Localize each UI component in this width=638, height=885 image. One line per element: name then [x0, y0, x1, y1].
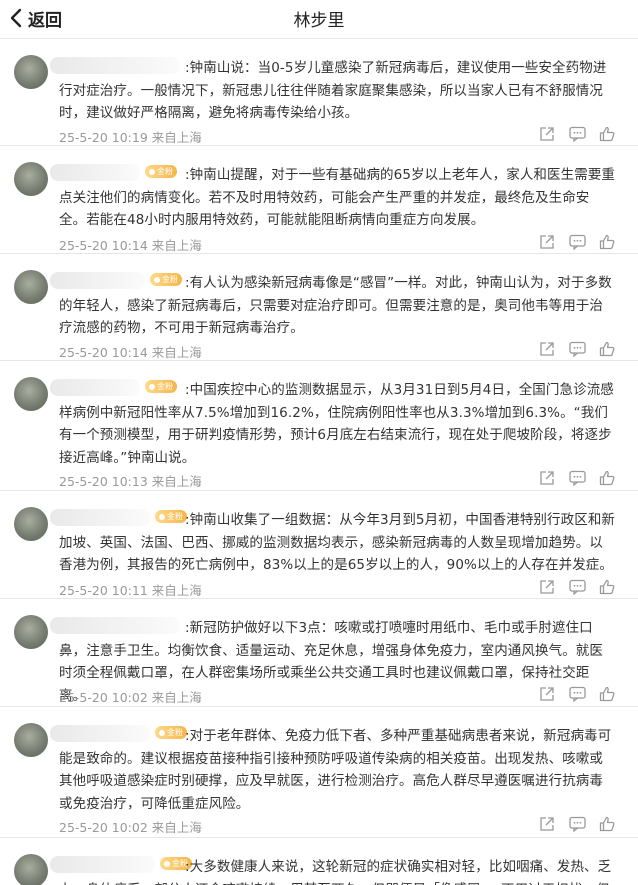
comment-item: :钟南山说：当0-5岁儿童感染了新冠病毒后，建议使用一些安全药物进行对症治疗。一… — [0, 38, 638, 146]
comment-time: 25-5-20 10:14 — [59, 345, 148, 360]
share-icon[interactable] — [538, 233, 556, 251]
share-icon[interactable] — [538, 685, 556, 703]
comment-icon[interactable] — [568, 340, 586, 358]
comment-actions — [538, 340, 616, 358]
comment-meta: 25-5-20 10:19 来自上海 — [59, 127, 202, 146]
comment-time: 25-5-20 10:02 — [59, 820, 148, 835]
back-label: 返回 — [28, 10, 62, 31]
comment-time: 25-5-20 10:14 — [59, 238, 148, 253]
comment-meta: 25-5-20 10:14 来自上海 — [59, 342, 202, 361]
comment-actions — [538, 578, 616, 596]
share-icon[interactable] — [538, 125, 556, 143]
comment-location: 来自上海 — [151, 474, 202, 489]
share-icon[interactable] — [538, 340, 556, 358]
comment-item: 金粉 :有人认为感染新冠病毒像是“感冒”一样。对此，钟南山认为，对于多数的年轻人… — [0, 253, 638, 361]
top-bar: 返回 林步里 — [0, 0, 638, 38]
share-icon[interactable] — [538, 469, 556, 487]
comment-meta: 25-5-20 10:13 来自上海 — [59, 471, 202, 490]
avatar[interactable] — [14, 723, 48, 757]
comment-location: 来自上海 — [151, 345, 202, 360]
avatar[interactable] — [14, 55, 48, 89]
avatar[interactable] — [14, 507, 48, 541]
share-icon[interactable] — [538, 815, 556, 833]
comment-text: :钟南山提醒，对于一些有基础病的65岁以上老年人，家人和医生需要重点关注他们的病… — [59, 167, 616, 228]
comment-location: 来自上海 — [151, 690, 202, 705]
comment-time: 25-5-20 10:19 — [59, 130, 148, 145]
comment-text: :有人认为感染新冠病毒像是“感冒”一样。对此，钟南山认为，对于多数的年轻人，感染… — [59, 275, 612, 336]
like-icon[interactable] — [598, 685, 616, 703]
comment-actions — [538, 815, 616, 833]
comment-item: 金粉 :钟南山收集了一组数据：从今年3月到5月初，中国香港特别行政区和新加坡、英… — [0, 490, 638, 598]
comment-time: 25-5-20 10:11 — [59, 583, 148, 598]
avatar[interactable] — [14, 162, 48, 196]
comment-icon[interactable] — [568, 469, 586, 487]
comment-item: 金粉 :中国疾控中心的监测数据显示，从3月31日到5月4日，全国门急诊流感样病例… — [0, 360, 638, 489]
like-icon[interactable] — [598, 469, 616, 487]
comment-text: :大多数健康人来说，这轮新冠的症状确实相对轻，比如咽痛、发热、乏力，身体疲乏，部… — [59, 859, 612, 885]
like-icon[interactable] — [598, 340, 616, 358]
comment-icon[interactable] — [568, 125, 586, 143]
comment-icon[interactable] — [568, 233, 586, 251]
comment-item: :新冠防护做好以下3点：咳嗽或打喷嚏时用纸巾、毛巾或手肘遮住口鼻，注意手卫生。均… — [0, 598, 638, 706]
like-icon[interactable] — [598, 233, 616, 251]
avatar[interactable] — [14, 270, 48, 304]
comment-actions — [538, 469, 616, 487]
comment-actions — [538, 233, 616, 251]
comment-actions — [538, 685, 616, 703]
comment-text: :中国疾控中心的监测数据显示，从3月31日到5月4日，全国门急诊流感样病例中新冠… — [59, 382, 614, 466]
like-icon[interactable] — [598, 815, 616, 833]
comment-item: 金粉 :钟南山提醒，对于一些有基础病的65岁以上老年人，家人和医生需要重点关注他… — [0, 145, 638, 253]
avatar[interactable] — [14, 377, 48, 411]
comment-meta: 25-5-20 10:11 来自上海 — [59, 580, 202, 599]
like-icon[interactable] — [598, 578, 616, 596]
comment-location: 来自上海 — [151, 820, 202, 835]
comment-text: :钟南山收集了一组数据：从今年3月到5月初，中国香港特别行政区和新加坡、英国、法… — [59, 512, 616, 573]
back-chevron-icon — [10, 8, 22, 28]
comment-actions — [538, 125, 616, 143]
page-title: 林步里 — [293, 11, 345, 31]
comment-location: 来自上海 — [151, 130, 202, 145]
comment-item: 金粉 :大多数健康人来说，这轮新冠的症状确实相对轻，比如咽痛、发热、乏力，身体疲… — [0, 837, 638, 885]
comment-location: 来自上海 — [151, 583, 202, 598]
avatar[interactable] — [14, 615, 48, 649]
comment-icon[interactable] — [568, 685, 586, 703]
comment-meta: 25-5-20 10:14 来自上海 — [59, 235, 202, 254]
comment-time: 25-5-20 10:13 — [59, 474, 148, 489]
comment-meta: 25-5-20 10:02 来自上海 — [59, 687, 202, 706]
like-icon[interactable] — [598, 125, 616, 143]
comment-icon[interactable] — [568, 815, 586, 833]
comment-icon[interactable] — [568, 578, 586, 596]
back-button[interactable]: 返回 — [10, 4, 62, 32]
comment-item: 金粉 :对于老年群体、免疫力低下者、多种严重基础病患者来说，新冠病毒可能是致命的… — [0, 706, 638, 835]
comment-location: 来自上海 — [151, 238, 202, 253]
comment-text: :钟南山说：当0-5岁儿童感染了新冠病毒后，建议使用一些安全药物进行对症治疗。一… — [59, 60, 607, 121]
avatar[interactable] — [14, 854, 48, 885]
comment-time: 25-5-20 10:02 — [59, 690, 148, 705]
comment-meta: 25-5-20 10:02 来自上海 — [59, 817, 202, 836]
comment-text: :对于老年群体、免疫力低下者、多种严重基础病患者来说，新冠病毒可能是致命的。建议… — [59, 728, 612, 812]
share-icon[interactable] — [538, 578, 556, 596]
